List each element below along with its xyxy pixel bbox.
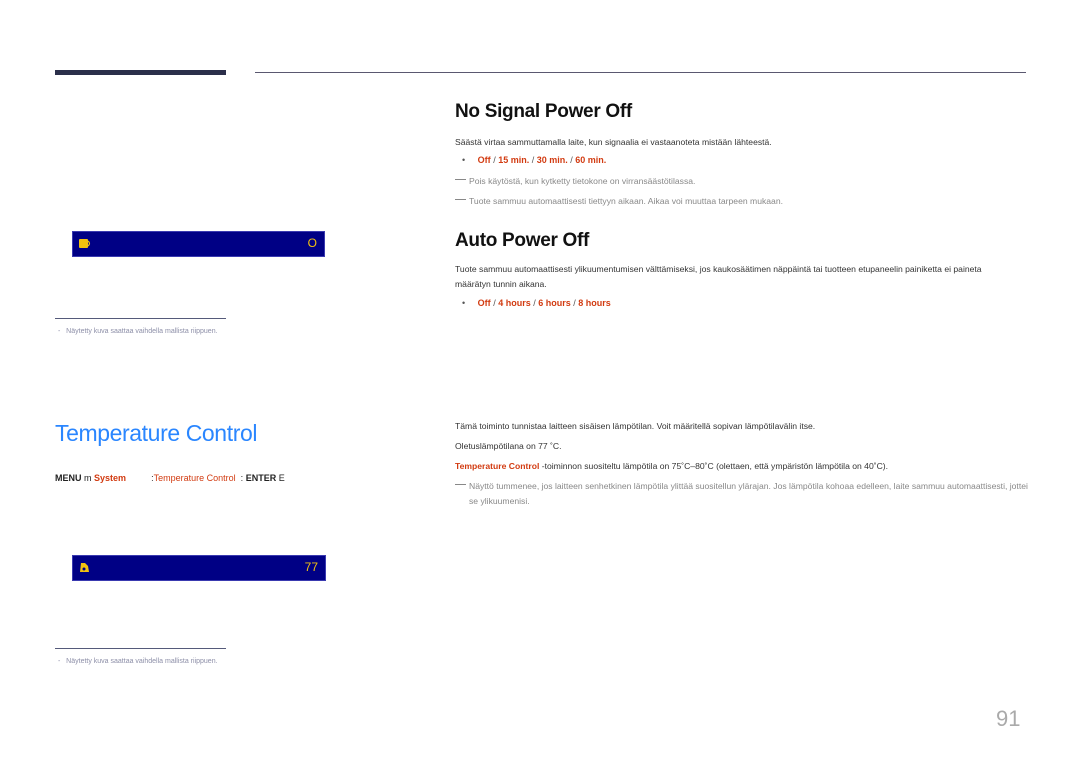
no-signal-note-1: Pois käytöstä, kun kytketty tietokone on… bbox=[455, 174, 1029, 189]
osd-value: O bbox=[307, 236, 317, 250]
note-text: Pois käytöstä, kun kytketty tietokone on… bbox=[469, 176, 696, 186]
option-off: Off bbox=[477, 155, 491, 165]
option-60min: 60 min. bbox=[575, 155, 607, 165]
enter-icon: E bbox=[278, 473, 285, 483]
thermometer-icon bbox=[80, 563, 89, 572]
option-30min: 30 min. bbox=[536, 155, 568, 165]
menu-system: System bbox=[94, 473, 127, 483]
auto-power-title: Auto Power Off bbox=[455, 230, 590, 251]
footnote-text: Näytetty kuva saattaa vaihdella mallista… bbox=[66, 658, 218, 665]
osd-power-bar: O bbox=[72, 231, 325, 257]
footnote-rule bbox=[55, 318, 226, 319]
option-off: Off bbox=[477, 298, 491, 308]
note-text: Tuote sammuu automaattisesti tiettyyn ai… bbox=[469, 196, 783, 206]
osd-temperature-bar: 77 bbox=[72, 555, 326, 581]
footnote: - Näytetty kuva saattaa vaihdella mallis… bbox=[58, 328, 218, 335]
header-rule-thin bbox=[255, 72, 1026, 73]
note-text: Näyttö tummenee, jos laitteen senhetkine… bbox=[469, 481, 1028, 506]
footnote: - Näytetty kuva saattaa vaihdella mallis… bbox=[58, 658, 218, 665]
menu-icon: m bbox=[84, 473, 92, 483]
no-signal-note-2: Tuote sammuu automaattisesti tiettyyn ai… bbox=[455, 194, 1029, 209]
temperature-desc-3: Temperature Control -toiminnon suositelt… bbox=[455, 459, 888, 474]
header-rule-thick bbox=[55, 70, 226, 75]
temperature-note: Näyttö tummenee, jos laitteen senhetkine… bbox=[455, 479, 1029, 509]
note-dash-icon bbox=[455, 199, 466, 200]
no-signal-title: No Signal Power Off bbox=[455, 101, 632, 122]
option-8h: 8 hours bbox=[578, 298, 611, 308]
separator: : bbox=[240, 473, 244, 483]
bullet: • bbox=[462, 155, 466, 165]
no-signal-options: • Off / 15 min. / 30 min. / 60 min. bbox=[462, 155, 606, 165]
osd-value: 77 bbox=[304, 560, 318, 574]
temperature-desc-1: Tämä toiminto tunnistaa laitteen sisäise… bbox=[455, 421, 816, 431]
option-15min: 15 min. bbox=[498, 155, 530, 165]
note-dash-icon bbox=[455, 484, 466, 485]
temperature-control-label: Temperature Control bbox=[455, 461, 540, 471]
menu-path: MENU m System :Temperature Control : ENT… bbox=[55, 473, 285, 483]
option-4h: 4 hours bbox=[498, 298, 531, 308]
page-number: 91 bbox=[996, 706, 1021, 731]
menu-label: MENU bbox=[55, 473, 82, 483]
footnote-text: Näytetty kuva saattaa vaihdella mallista… bbox=[66, 328, 218, 335]
temperature-title: Temperature Control bbox=[55, 420, 258, 446]
auto-power-description: Tuote sammuu automaattisesti ylikuumentu… bbox=[455, 264, 982, 289]
footnote-rule bbox=[55, 648, 226, 649]
bullet: • bbox=[462, 298, 466, 308]
option-6h: 6 hours bbox=[538, 298, 571, 308]
temperature-desc-2: Oletuslämpötilana on 77 ˚C. bbox=[455, 441, 562, 451]
auto-power-options: • Off / 4 hours / 6 hours / 8 hours bbox=[462, 298, 611, 308]
enter-label: ENTER bbox=[245, 473, 277, 483]
no-signal-description: Säästä virtaa sammuttamalla laite, kun s… bbox=[455, 137, 772, 147]
desc-text: -toiminnon suositeltu lämpötila on 75˚C–… bbox=[539, 461, 889, 471]
note-dash-icon bbox=[455, 179, 466, 180]
power-plug-icon bbox=[79, 239, 91, 248]
menu-temperature-control: Temperature Control bbox=[153, 473, 236, 483]
